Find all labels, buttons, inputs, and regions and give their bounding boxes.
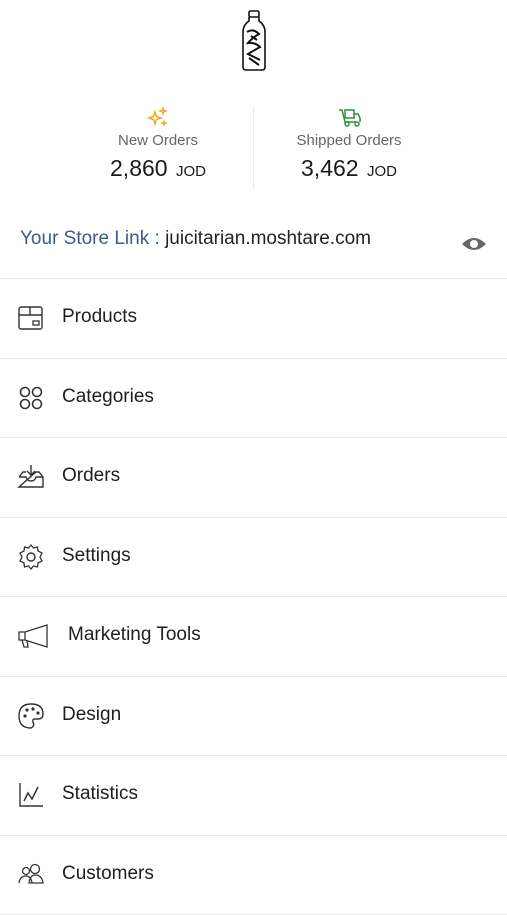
menu-item-orders[interactable]: Orders	[0, 438, 507, 518]
grid-circles-icon	[17, 384, 45, 412]
store-logo	[239, 10, 269, 72]
store-link-url[interactable]: juicitarian.moshtare.com	[165, 228, 371, 249]
eye-icon[interactable]	[461, 234, 487, 254]
menu-item-label: Marketing Tools	[68, 624, 201, 646]
users-icon	[17, 861, 45, 889]
menu-item-statistics[interactable]: Statistics	[0, 756, 507, 836]
menu-item-label: Categories	[62, 386, 154, 408]
new-orders-label: New Orders	[63, 132, 253, 149]
store-link-row: Your Store Link : juicitarian.moshtare.c…	[20, 228, 487, 258]
shipped-orders-value: 3,462 JOD	[254, 155, 444, 182]
menu-item-settings[interactable]: Settings	[0, 518, 507, 598]
menu-item-label: Settings	[62, 545, 131, 567]
box-icon	[17, 304, 45, 332]
delivery-truck-icon	[337, 106, 361, 128]
shipped-orders-label: Shipped Orders	[254, 132, 444, 149]
store-link-label: Your Store Link :	[20, 228, 160, 249]
stats-divider	[253, 106, 254, 190]
new-orders-stat[interactable]: New Orders 2,860 JOD	[63, 100, 253, 182]
menu-item-categories[interactable]: Categories	[0, 359, 507, 439]
new-orders-currency: JOD	[176, 163, 206, 180]
shipped-orders-stat[interactable]: Shipped Orders 3,462 JOD	[254, 100, 444, 182]
menu-item-label: Orders	[62, 465, 120, 487]
sparkles-icon	[146, 106, 170, 128]
new-orders-value: 2,860 JOD	[63, 155, 253, 182]
menu-item-label: Design	[62, 704, 121, 726]
menu-item-design[interactable]: Design	[0, 677, 507, 757]
line-chart-icon	[17, 781, 45, 809]
inbox-download-icon	[17, 463, 45, 491]
menu-item-label: Customers	[62, 863, 154, 885]
main-menu: Products Categories Orders	[0, 278, 507, 915]
menu-item-marketing-tools[interactable]: Marketing Tools	[0, 597, 507, 677]
menu-item-customers[interactable]: Customers	[0, 836, 507, 915]
megaphone-icon	[17, 622, 51, 650]
menu-item-label: Products	[62, 306, 137, 328]
menu-item-label: Statistics	[62, 783, 138, 805]
menu-item-products[interactable]: Products	[0, 279, 507, 359]
shipped-orders-currency: JOD	[367, 163, 397, 180]
palette-icon	[17, 702, 45, 730]
gear-icon	[17, 543, 45, 571]
